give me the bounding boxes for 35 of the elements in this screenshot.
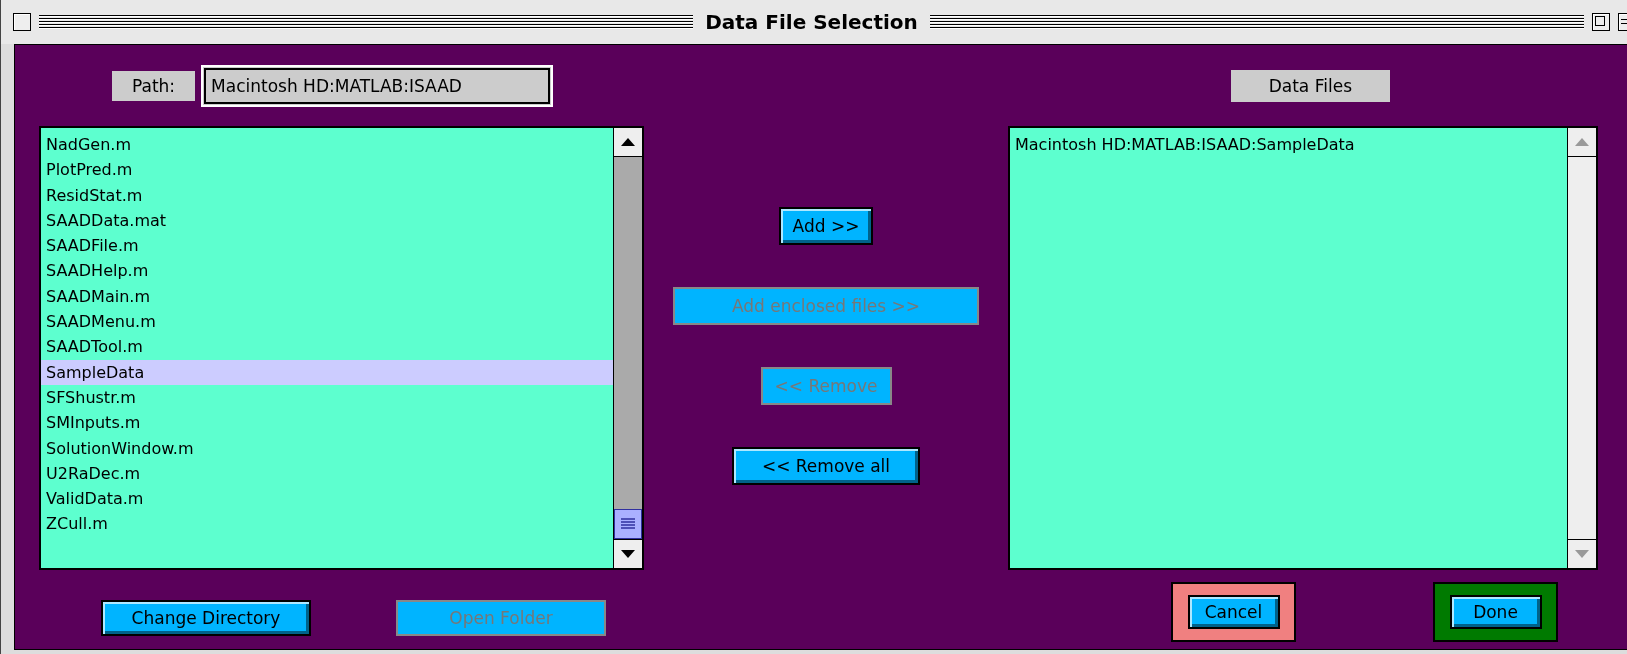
scrollbar[interactable] — [613, 128, 642, 568]
title-bar-stripes[interactable] — [39, 15, 694, 29]
title-bar-stripes[interactable] — [929, 15, 1584, 29]
file-list-item[interactable]: SampleData — [41, 359, 613, 385]
button[interactable]: Done — [1449, 595, 1542, 629]
file-list-item[interactable]: SolutionWindow.m — [41, 435, 613, 461]
path-label: Path: — [112, 71, 196, 101]
scroll-down-icon[interactable] — [614, 540, 642, 568]
file-list-item[interactable]: ValidData.m — [41, 486, 613, 512]
button[interactable]: Cancel — [1187, 595, 1280, 629]
file-list-item[interactable]: PlotPred.m — [41, 157, 613, 183]
close-box-icon[interactable] — [13, 13, 31, 31]
button[interactable]: << Remove all — [732, 447, 920, 485]
file-list-item[interactable]: SAADMain.m — [41, 283, 613, 310]
scroll-up-icon[interactable] — [614, 128, 642, 156]
scroll-thumb[interactable] — [614, 509, 642, 539]
file-list-item[interactable]: SAADData.mat — [41, 207, 613, 234]
path-field[interactable]: Macintosh HD:MATLAB:ISAAD — [201, 65, 554, 107]
zoom-box-icon[interactable] — [1592, 13, 1610, 31]
file-list-item[interactable]: SMInputs.m — [41, 410, 613, 436]
file-list-item[interactable]: SAADTool.m — [41, 334, 613, 360]
data-files-label: Data Files — [1230, 70, 1390, 102]
file-list-item[interactable]: NadGen.m — [41, 132, 613, 158]
file-list-item[interactable]: SAADFile.m — [41, 233, 613, 259]
scrollbar[interactable] — [1567, 128, 1596, 568]
file-list-item[interactable]: ResidStat.m — [41, 182, 613, 208]
file-list-item[interactable]: SAADMenu.m — [41, 309, 613, 335]
window-title: Data File Selection — [704, 10, 919, 34]
file-list-item[interactable]: SFShustr.m — [41, 384, 613, 411]
file-list-item[interactable]: Macintosh HD:MATLAB:ISAAD:SampleData — [1010, 132, 1567, 158]
file-list-item[interactable]: ZCull.m — [41, 511, 613, 537]
file-list-item[interactable]: SAADHelp.m — [41, 258, 613, 284]
file-list-item[interactable]: U2RaDec.m — [41, 460, 613, 487]
button[interactable]: Change Directory — [101, 599, 311, 636]
button[interactable]: Add >> — [778, 207, 874, 245]
